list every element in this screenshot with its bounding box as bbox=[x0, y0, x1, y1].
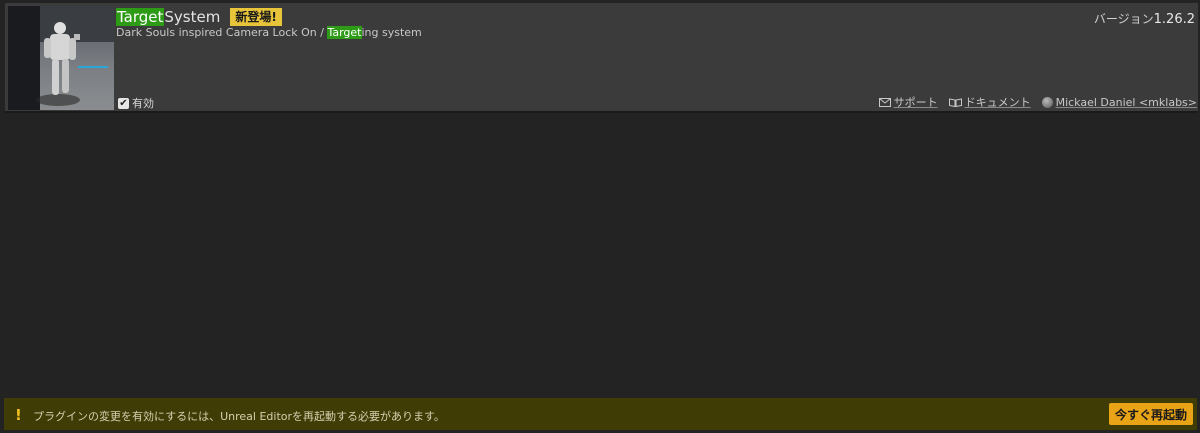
avatar bbox=[1041, 96, 1053, 108]
author-link-label[interactable]: Mickael Daniel <mklabs> bbox=[1056, 96, 1197, 109]
plugin-links: サポート ドキュメント Mickael Daniel <mklabs> bbox=[878, 94, 1197, 110]
mail-icon bbox=[878, 97, 891, 107]
version-number: 1.26.2 bbox=[1153, 12, 1195, 27]
support-link-label[interactable]: サポート bbox=[894, 94, 938, 110]
plugin-title-highlight: Target bbox=[116, 8, 165, 26]
restart-notification-bar: ! プラグインの変更を有効にするには、Unreal Editorを再起動する必要… bbox=[4, 398, 1197, 430]
docs-link-label[interactable]: ドキュメント bbox=[965, 94, 1031, 110]
warning-icon: ! bbox=[15, 406, 22, 424]
plugin-version: バージョン1.26.2 bbox=[1094, 10, 1195, 27]
plugin-description: Dark Souls inspired Camera Lock On / Tar… bbox=[116, 26, 422, 39]
restart-message: プラグインの変更を有効にするには、Unreal Editorを再起動する必要があ… bbox=[33, 410, 445, 423]
description-suffix: ing system bbox=[361, 26, 422, 39]
enabled-checkbox[interactable]: ✔ bbox=[118, 97, 129, 109]
description-highlight: Target bbox=[327, 26, 362, 39]
restart-now-button[interactable]: 今すぐ再起動 bbox=[1108, 403, 1193, 425]
version-label: バージョン bbox=[1093, 12, 1154, 26]
enabled-toggle[interactable]: ✔ 有効 bbox=[118, 95, 154, 111]
plugin-thumbnail bbox=[8, 6, 114, 110]
enabled-label: 有効 bbox=[132, 97, 154, 110]
docs-link[interactable]: ドキュメント bbox=[948, 94, 1031, 110]
book-icon bbox=[948, 97, 962, 107]
plugin-title: Target System 新登場! bbox=[116, 6, 282, 28]
support-link[interactable]: サポート bbox=[878, 94, 938, 110]
author-link[interactable]: Mickael Daniel <mklabs> bbox=[1041, 94, 1197, 110]
new-badge: 新登場! bbox=[230, 8, 282, 26]
plugin-title-rest: System bbox=[164, 8, 221, 26]
plugin-card[interactable]: Target System 新登場! Dark Souls inspired C… bbox=[5, 3, 1198, 113]
description-prefix: Dark Souls inspired Camera Lock On / bbox=[116, 26, 328, 39]
